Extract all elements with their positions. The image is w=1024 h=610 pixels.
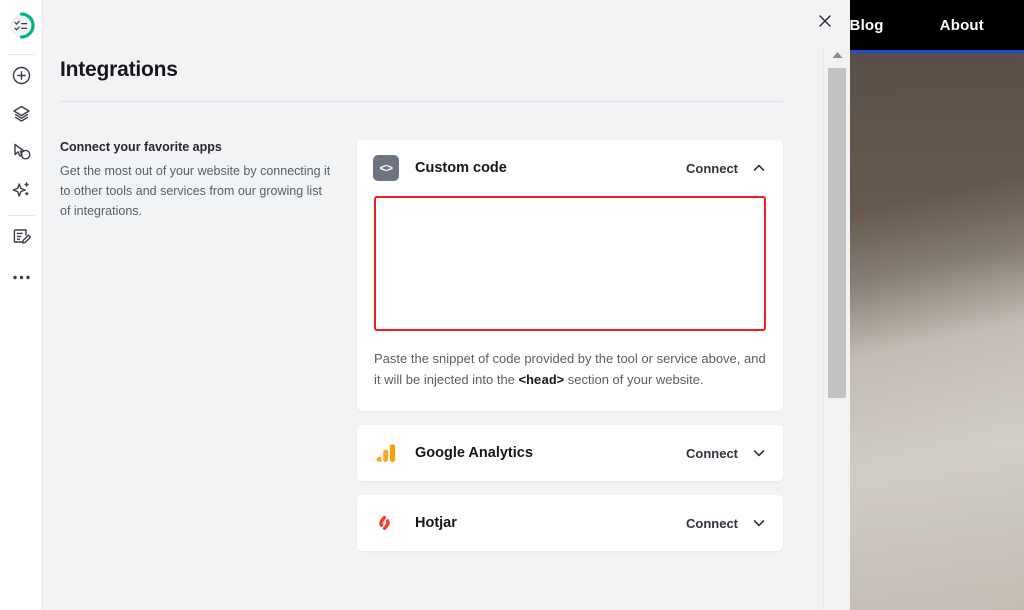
cursor-comment-icon bbox=[12, 142, 31, 166]
sidebar-item-setup-progress[interactable] bbox=[0, 0, 43, 50]
sidebar-item-more[interactable] bbox=[0, 258, 43, 296]
google-analytics-icon bbox=[373, 440, 399, 466]
integration-body-custom-code: Paste the snippet of code provided by th… bbox=[357, 196, 783, 411]
integration-name-google-analytics: Google Analytics bbox=[415, 445, 686, 461]
connect-button-custom-code[interactable]: Connect bbox=[686, 161, 738, 176]
edit-note-icon bbox=[12, 227, 31, 251]
integration-card-hotjar: Hotjar Connect bbox=[357, 495, 783, 551]
ellipsis-icon bbox=[12, 268, 31, 286]
close-icon bbox=[817, 13, 833, 34]
sidebar-item-ai-assist[interactable] bbox=[0, 173, 43, 211]
integrations-list: <> Custom code Connect bbox=[357, 140, 783, 565]
sidebar-item-add[interactable] bbox=[0, 59, 43, 97]
integration-card-google-analytics: Google Analytics Connect bbox=[357, 425, 783, 481]
hotjar-icon bbox=[373, 510, 399, 536]
layers-icon bbox=[12, 104, 31, 128]
checklist-progress-icon bbox=[8, 12, 35, 39]
hint-text-after: section of your website. bbox=[564, 372, 703, 387]
integrations-modal: Integrations Connect your favorite apps … bbox=[43, 0, 850, 610]
screen: 2024 Blog About bbox=[0, 0, 1024, 610]
hint-code-head: <head> bbox=[519, 373, 565, 388]
sidebar-item-notes[interactable] bbox=[0, 220, 43, 258]
connect-button-google-analytics[interactable]: Connect bbox=[686, 446, 738, 461]
integration-card-custom-code: <> Custom code Connect bbox=[357, 140, 783, 411]
page-title: Integrations bbox=[60, 58, 783, 82]
content-columns: Connect your favorite apps Get the most … bbox=[60, 140, 783, 565]
intro-text: Get the most out of your website by conn… bbox=[60, 161, 331, 221]
scroll-up-arrow-icon[interactable] bbox=[824, 46, 850, 64]
chevron-up-icon[interactable] bbox=[752, 161, 766, 175]
custom-code-hint: Paste the snippet of code provided by th… bbox=[374, 348, 766, 391]
scrollbar-thumb[interactable] bbox=[828, 68, 846, 398]
modal-topbar bbox=[43, 0, 850, 46]
chevron-down-icon-hotjar[interactable] bbox=[752, 516, 766, 530]
sidebar-item-comments[interactable] bbox=[0, 135, 43, 173]
sidebar-divider bbox=[8, 54, 35, 55]
chevron-down-icon[interactable] bbox=[752, 446, 766, 460]
custom-code-textarea[interactable] bbox=[374, 196, 766, 331]
integration-header-google-analytics[interactable]: Google Analytics Connect bbox=[357, 425, 783, 481]
integration-header-custom-code[interactable]: <> Custom code Connect bbox=[357, 140, 783, 196]
app-sidebar bbox=[0, 0, 43, 610]
plus-circle-icon bbox=[12, 66, 31, 90]
intro-column: Connect your favorite apps Get the most … bbox=[60, 140, 357, 565]
intro-heading: Connect your favorite apps bbox=[60, 140, 331, 154]
connect-button-hotjar[interactable]: Connect bbox=[686, 516, 738, 531]
sparkles-icon bbox=[12, 180, 31, 204]
modal-body: Integrations Connect your favorite apps … bbox=[43, 46, 850, 610]
integration-name-custom-code: Custom code bbox=[415, 160, 686, 176]
modal-scroll-region: Integrations Connect your favorite apps … bbox=[43, 46, 823, 610]
site-nav-link-blog[interactable]: Blog bbox=[850, 17, 884, 34]
title-divider bbox=[60, 101, 783, 102]
sidebar-item-layers[interactable] bbox=[0, 97, 43, 135]
integration-name-hotjar: Hotjar bbox=[415, 515, 686, 531]
site-nav-link-about[interactable]: About bbox=[940, 17, 984, 34]
sidebar-divider-2 bbox=[8, 215, 35, 216]
integration-header-hotjar[interactable]: Hotjar Connect bbox=[357, 495, 783, 551]
close-button[interactable] bbox=[810, 8, 840, 38]
scrollbar-track[interactable] bbox=[828, 68, 846, 602]
modal-scrollbar[interactable] bbox=[823, 46, 850, 610]
code-brackets-icon: <> bbox=[373, 155, 399, 181]
